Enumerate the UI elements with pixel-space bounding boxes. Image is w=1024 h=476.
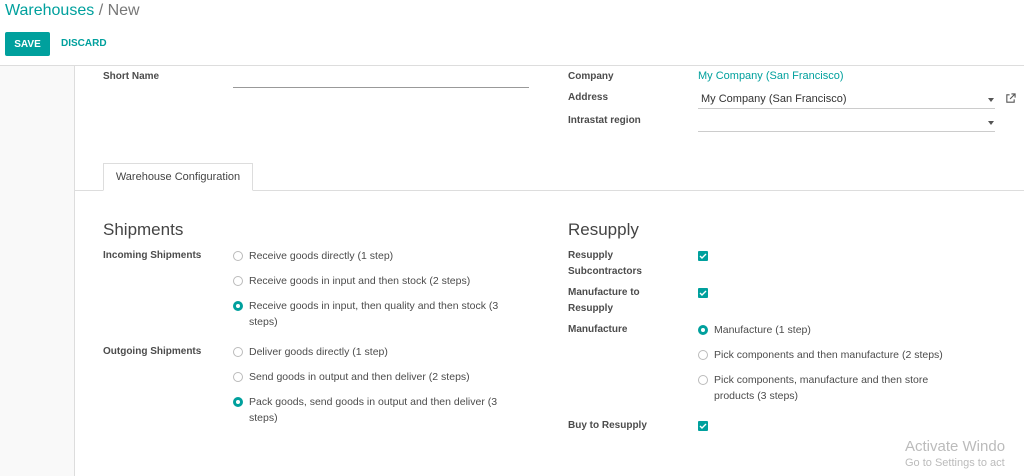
resupply-subcontractors-checkbox[interactable]: [698, 251, 708, 261]
manufacture-2-steps-label: Pick components and then manufacture (2 …: [714, 349, 943, 361]
manufacture-1-step-label: Manufacture (1 step): [714, 324, 811, 336]
control-panel: Warehouses / New SAVE DISCARD: [0, 0, 1024, 66]
manufacture-to-resupply-label-line2: Resupply: [568, 303, 614, 314]
incoming-3-steps-label-line1: Receive goods in input, then quality and…: [249, 300, 499, 312]
outgoing-option-1-step[interactable]: Deliver goods directly (1 step): [233, 344, 388, 360]
address-dropdown-icon[interactable]: [988, 98, 994, 102]
address-select-value[interactable]: My Company (San Francisco): [701, 93, 847, 105]
activate-windows-watermark: Activate Windo Go to Settings to act: [905, 438, 1005, 469]
outgoing-3-steps-radio[interactable]: [233, 397, 243, 407]
outgoing-shipments-label: Outgoing Shipments: [103, 346, 202, 357]
incoming-3-steps-text: Receive goods in input, then quality and…: [249, 298, 498, 330]
incoming-1-step-radio[interactable]: [233, 251, 243, 261]
short-name-label: Short Name: [103, 71, 160, 82]
incoming-3-steps-radio[interactable]: [233, 301, 243, 311]
manufacture-3-steps-label-line1: Pick components, manufacture and then st…: [714, 374, 929, 386]
manufacture-label: Manufacture: [568, 324, 628, 335]
discard-button[interactable]: DISCARD: [61, 38, 107, 49]
check-icon: [699, 253, 707, 259]
form-sheet: Short Name Company My Company (San Franc…: [74, 66, 1024, 476]
outgoing-option-3-steps[interactable]: Pack goods, send goods in output and the…: [233, 394, 497, 426]
incoming-option-1-step[interactable]: Receive goods directly (1 step): [233, 248, 393, 264]
manufacture-option-3-steps[interactable]: Pick components, manufacture and then st…: [698, 372, 928, 404]
save-button[interactable]: SAVE: [5, 32, 50, 56]
tab-warehouse-configuration[interactable]: Warehouse Configuration: [103, 163, 253, 191]
buy-to-resupply-checkbox[interactable]: [698, 421, 708, 431]
manufacture-to-resupply-label-line1: Manufacture to: [568, 287, 640, 298]
manufacture-option-1-step[interactable]: Manufacture (1 step): [698, 322, 811, 338]
short-name-input[interactable]: [233, 87, 529, 88]
company-label: Company: [568, 71, 614, 82]
resupply-subcontractors-label-line1: Resupply: [568, 250, 614, 261]
manufacture-3-steps-radio[interactable]: [698, 375, 708, 385]
outgoing-3-steps-label-line1: Pack goods, send goods in output and the…: [249, 396, 498, 408]
incoming-option-3-steps[interactable]: Receive goods in input, then quality and…: [233, 298, 498, 330]
outgoing-2-steps-radio[interactable]: [233, 372, 243, 382]
check-icon: [699, 423, 707, 429]
manufacture-to-resupply-checkbox[interactable]: [698, 288, 708, 298]
breadcrumb-warehouses-link[interactable]: Warehouses: [5, 2, 94, 19]
check-icon: [699, 290, 707, 296]
resupply-subcontractors-label: Resupply Subcontractors: [568, 248, 642, 280]
external-link-icon[interactable]: [1005, 93, 1016, 104]
address-label: Address: [568, 92, 609, 103]
intrastat-region-label: Intrastat region: [568, 115, 641, 126]
breadcrumb-separator: /: [98, 2, 104, 19]
outgoing-3-steps-text: Pack goods, send goods in output and the…: [249, 394, 497, 426]
buy-to-resupply-label: Buy to Resupply: [568, 420, 647, 431]
incoming-2-steps-label: Receive goods in input and then stock (2…: [249, 275, 471, 287]
outgoing-1-step-label: Deliver goods directly (1 step): [249, 346, 388, 358]
company-link[interactable]: My Company (San Francisco): [698, 70, 844, 82]
shipments-section-title: Shipments: [103, 220, 184, 239]
intrastat-underline: [698, 131, 995, 132]
resupply-subcontractors-label-line2: Subcontractors: [568, 266, 642, 277]
manufacture-3-steps-label-line2: products (3 steps): [714, 390, 799, 402]
breadcrumb: Warehouses / New: [5, 2, 140, 20]
watermark-line1: Activate Windo: [905, 438, 1006, 455]
incoming-option-2-steps[interactable]: Receive goods in input and then stock (2…: [233, 273, 470, 289]
address-underline: [698, 108, 995, 109]
intrastat-dropdown-icon[interactable]: [988, 121, 994, 125]
outgoing-option-2-steps[interactable]: Send goods in output and then deliver (2…: [233, 369, 470, 385]
incoming-shipments-label: Incoming Shipments: [103, 250, 202, 261]
incoming-1-step-label: Receive goods directly (1 step): [249, 250, 394, 262]
incoming-3-steps-label-line2: steps): [249, 316, 278, 328]
manufacture-2-steps-radio[interactable]: [698, 350, 708, 360]
watermark-line2: Go to Settings to act: [905, 457, 1005, 469]
manufacture-1-step-radio[interactable]: [698, 325, 708, 335]
outgoing-2-steps-label: Send goods in output and then deliver (2…: [249, 371, 470, 383]
manufacture-3-steps-text: Pick components, manufacture and then st…: [714, 372, 928, 404]
outgoing-1-step-radio[interactable]: [233, 347, 243, 357]
outgoing-3-steps-label-line2: steps): [249, 412, 278, 424]
manufacture-option-2-steps[interactable]: Pick components and then manufacture (2 …: [698, 347, 943, 363]
breadcrumb-current: New: [107, 2, 140, 19]
resupply-section-title: Resupply: [568, 220, 639, 239]
manufacture-to-resupply-label: Manufacture to Resupply: [568, 285, 640, 317]
incoming-2-steps-radio[interactable]: [233, 276, 243, 286]
